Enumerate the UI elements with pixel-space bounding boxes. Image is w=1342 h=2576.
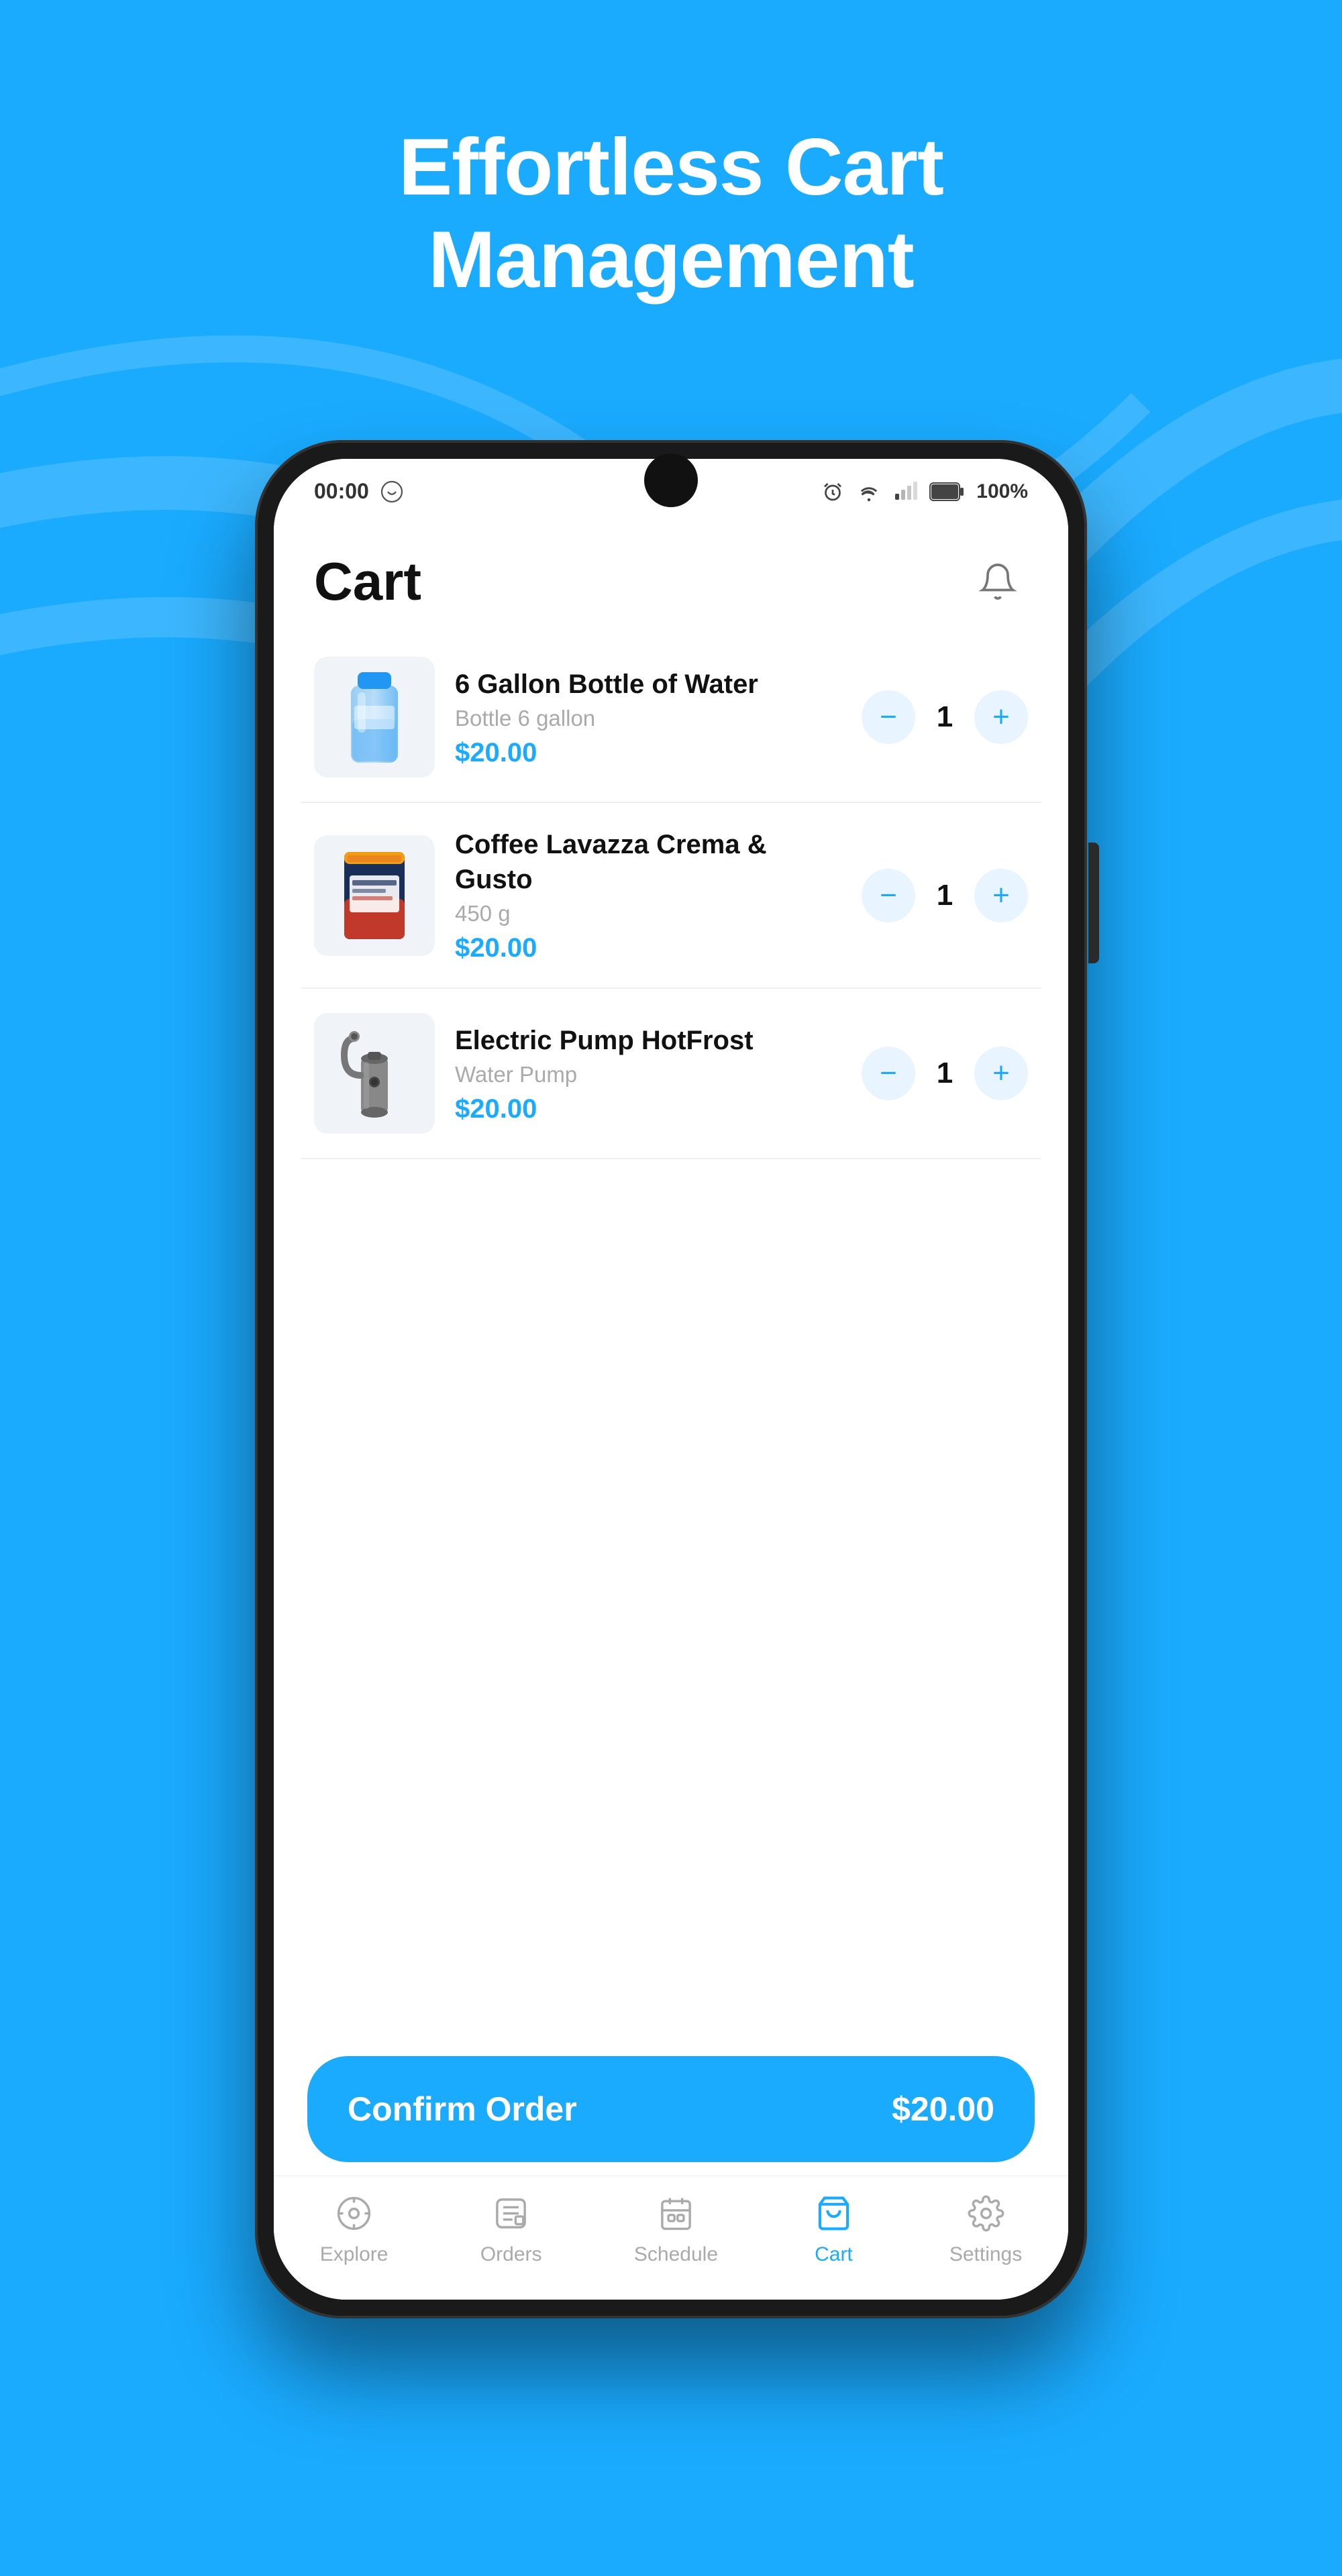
item-desc: 450 g <box>455 901 841 926</box>
item-info-pump: Electric Pump HotFrost Water Pump $20.00 <box>455 1023 841 1124</box>
confirm-label: Confirm Order <box>348 2090 577 2129</box>
confirm-price: $20.00 <box>892 2090 994 2129</box>
qty-value-3: 1 <box>931 1057 958 1090</box>
power-button <box>1088 843 1099 963</box>
battery-icon <box>929 482 964 502</box>
nav-item-cart[interactable]: Cart <box>810 2190 857 2266</box>
item-price: $20.00 <box>455 933 841 963</box>
app-header: Cart <box>274 517 1068 633</box>
nav-label-orders: Orders <box>480 2243 542 2266</box>
qty-value-2: 1 <box>931 879 958 912</box>
nav-item-explore[interactable]: Explore <box>320 2190 389 2266</box>
qty-control-2: − 1 + <box>862 869 1028 922</box>
notification-button[interactable] <box>968 551 1028 612</box>
app-title: Cart <box>314 551 421 612</box>
status-bar: 00:00 <box>274 459 1068 517</box>
nav-label-settings: Settings <box>949 2243 1022 2266</box>
cart-icon <box>810 2190 857 2237</box>
item-info-coffee: Coffee Lavazza Crema & Gusto 450 g $20.0… <box>455 827 841 963</box>
increase-qty-1[interactable]: + <box>974 690 1028 744</box>
phone-mockup: 00:00 <box>255 440 1087 2318</box>
cart-item: Electric Pump HotFrost Water Pump $20.00… <box>301 989 1041 1159</box>
hero-title: Effortless Cart Management <box>399 121 943 306</box>
item-info-water-bottle: 6 Gallon Bottle of Water Bottle 6 gallon… <box>455 667 841 768</box>
orders-icon <box>488 2190 535 2237</box>
time-display: 00:00 <box>314 479 369 504</box>
decrease-qty-2[interactable]: − <box>862 869 915 922</box>
cart-list: 6 Gallon Bottle of Water Bottle 6 gallon… <box>274 633 1068 2036</box>
app-content: Cart <box>274 517 1068 2300</box>
increase-qty-2[interactable]: + <box>974 869 1028 922</box>
cart-item: Coffee Lavazza Crema & Gusto 450 g $20.0… <box>301 803 1041 989</box>
schedule-icon <box>652 2190 699 2237</box>
qty-value-1: 1 <box>931 700 958 734</box>
alarm-icon <box>821 480 845 504</box>
nav-label-explore: Explore <box>320 2243 389 2266</box>
nav-label-cart: Cart <box>815 2243 853 2266</box>
nav-item-settings[interactable]: Settings <box>949 2190 1022 2266</box>
item-name: Electric Pump HotFrost <box>455 1023 841 1058</box>
decrease-qty-1[interactable]: − <box>862 690 915 744</box>
nav-item-schedule[interactable]: Schedule <box>634 2190 718 2266</box>
item-name: 6 Gallon Bottle of Water <box>455 667 841 702</box>
item-name: Coffee Lavazza Crema & Gusto <box>455 827 841 897</box>
whatsapp-icon <box>380 480 404 504</box>
confirm-order-button[interactable]: Confirm Order $20.00 <box>307 2056 1035 2162</box>
app-bottom: Confirm Order $20.00 <box>274 2036 1068 2176</box>
item-image-water-bottle <box>314 657 435 777</box>
bottom-nav: Explore Orders <box>274 2176 1068 2300</box>
battery-percent: 100% <box>976 480 1028 503</box>
cart-item: 6 Gallon Bottle of Water Bottle 6 gallon… <box>301 633 1041 803</box>
settings-icon <box>962 2190 1009 2237</box>
wifi-icon <box>857 480 881 504</box>
increase-qty-3[interactable]: + <box>974 1046 1028 1100</box>
qty-control-1: − 1 + <box>862 690 1028 744</box>
item-image-pump <box>314 1013 435 1134</box>
explore-icon <box>331 2190 378 2237</box>
item-price: $20.00 <box>455 738 841 768</box>
front-camera <box>644 459 698 507</box>
nav-item-orders[interactable]: Orders <box>480 2190 542 2266</box>
decrease-qty-3[interactable]: − <box>862 1046 915 1100</box>
item-desc: Water Pump <box>455 1062 841 1087</box>
item-desc: Bottle 6 gallon <box>455 706 841 731</box>
item-image-coffee <box>314 835 435 956</box>
signal-icon <box>893 480 917 504</box>
qty-control-3: − 1 + <box>862 1046 1028 1100</box>
item-price: $20.00 <box>455 1094 841 1124</box>
nav-label-schedule: Schedule <box>634 2243 718 2266</box>
